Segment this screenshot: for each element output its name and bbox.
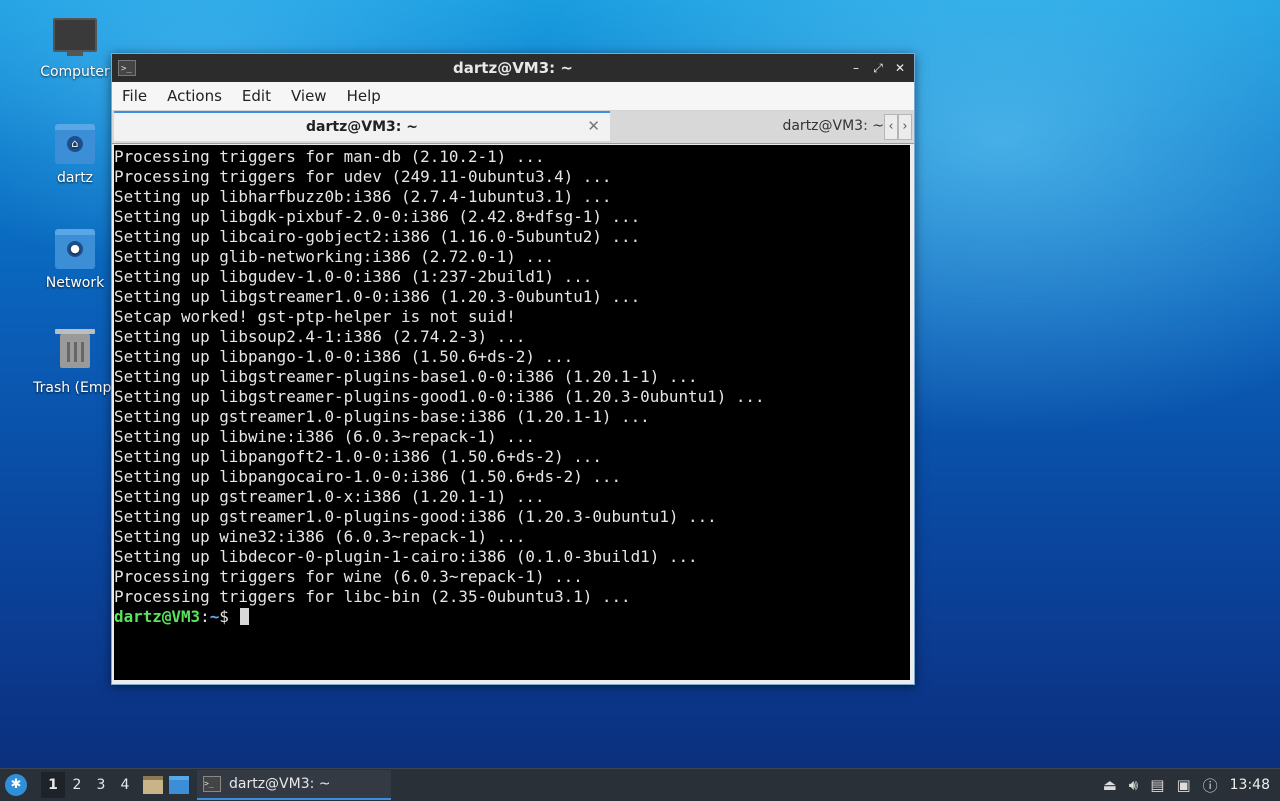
tab-scroll-left-icon[interactable]: ‹ xyxy=(884,114,898,140)
terminal-line: Setting up libpangoft2-1.0-0:i386 (1.50.… xyxy=(114,447,602,466)
trash-icon xyxy=(53,329,97,374)
prompt-path: ~ xyxy=(209,607,220,626)
show-desktop-icon[interactable] xyxy=(169,776,189,794)
prompt-line: dartz@VM3:~$ xyxy=(114,607,910,627)
prompt-separator: : xyxy=(200,607,210,626)
terminal-line: Processing triggers for man-db (2.10.2-1… xyxy=(114,147,545,166)
network-icon[interactable]: ▣ xyxy=(1176,776,1190,794)
update-notifier-icon[interactable]: ⓘ xyxy=(1203,775,1218,796)
terminal-line: Setting up libcairo-gobject2:i386 (1.16.… xyxy=(114,227,641,246)
terminal-line: Processing triggers for udev (249.11-0ub… xyxy=(114,167,612,186)
terminal-app-icon[interactable]: >_ xyxy=(118,60,136,76)
tab-label: dartz@VM3: ~ xyxy=(782,118,884,134)
tab-active[interactable]: dartz@VM3: ~ ✕ xyxy=(114,111,610,141)
terminal-line: Setting up libgstreamer-plugins-base1.0-… xyxy=(114,367,698,386)
terminal-line: Setcap worked! gst-ptp-helper is not sui… xyxy=(114,307,516,326)
terminal-line: Setting up libpango-1.0-0:i386 (1.50.6+d… xyxy=(114,347,574,366)
terminal-line: Setting up libgstreamer1.0-0:i386 (1.20.… xyxy=(114,287,641,306)
terminal-line: Setting up gstreamer1.0-plugins-base:i38… xyxy=(114,407,650,426)
taskbar: ✱ 1 2 3 4 >_ dartz@VM3: ~ ⏏ 🔊︎ ▤ ▣ ⓘ 13:… xyxy=(0,768,1280,801)
workspace-1[interactable]: 1 xyxy=(41,772,65,798)
terminal-output[interactable]: Processing triggers for man-db (2.10.2-1… xyxy=(114,145,910,680)
terminal-line: Setting up libgstreamer-plugins-good1.0-… xyxy=(114,387,765,406)
prompt-user-host: dartz@VM3 xyxy=(114,607,201,626)
file-manager-launcher-icon[interactable] xyxy=(143,776,163,794)
workspace-4[interactable]: 4 xyxy=(113,777,137,793)
prompt-symbol: $ xyxy=(219,607,239,626)
terminal-line: Processing triggers for wine (6.0.3~repa… xyxy=(114,567,583,586)
tab-inactive[interactable]: dartz@VM3: ~ xyxy=(612,113,884,141)
terminal-line: Setting up libgdk-pixbuf-2.0-0:i386 (2.4… xyxy=(114,207,641,226)
tab-bar: dartz@VM3: ~ ✕ dartz@VM3: ~ ‹ › xyxy=(112,111,914,144)
clipboard-icon[interactable]: ▤ xyxy=(1150,776,1164,794)
maximize-button[interactable]: ⤢ xyxy=(870,60,886,76)
text-cursor xyxy=(240,608,250,625)
terminal-line: Setting up libharfbuzz0b:i386 (2.7.4-1ub… xyxy=(114,187,612,206)
menu-file[interactable]: File xyxy=(112,87,157,105)
terminal-line: Setting up gstreamer1.0-plugins-good:i38… xyxy=(114,507,717,526)
menubar: File Actions Edit View Help xyxy=(112,82,914,111)
close-button[interactable]: ✕ xyxy=(892,60,908,76)
menu-edit[interactable]: Edit xyxy=(232,87,281,105)
computer-icon xyxy=(53,18,97,58)
terminal-line: Setting up libdecor-0-plugin-1-cairo:i38… xyxy=(114,547,698,566)
network-folder-icon: ● xyxy=(53,229,97,269)
window-titlebar[interactable]: >_ dartz@VM3: ~ – ⤢ ✕ xyxy=(112,54,914,82)
terminal-line: Setting up libpangocairo-1.0-0:i386 (1.5… xyxy=(114,467,622,486)
terminal-line: Setting up glib-networking:i386 (2.72.0-… xyxy=(114,247,555,266)
terminal-line: Processing triggers for libc-bin (2.35-0… xyxy=(114,587,631,606)
terminal-line: Setting up libwine:i386 (6.0.3~repack-1)… xyxy=(114,427,535,446)
terminal-icon: >_ xyxy=(203,776,221,792)
start-menu-icon[interactable]: ✱ xyxy=(5,774,27,796)
terminal-line: Setting up wine32:i386 (6.0.3~repack-1) … xyxy=(114,527,526,546)
menu-actions[interactable]: Actions xyxy=(157,87,232,105)
task-title: dartz@VM3: ~ xyxy=(229,776,331,792)
eject-icon[interactable]: ⏏ xyxy=(1103,776,1117,794)
taskbar-task-terminal[interactable]: >_ dartz@VM3: ~ xyxy=(197,770,391,800)
tab-scroll-right-icon[interactable]: › xyxy=(898,114,912,140)
volume-icon[interactable]: 🔊︎ xyxy=(1129,776,1138,794)
minimize-button[interactable]: – xyxy=(848,60,864,76)
terminal-window: >_ dartz@VM3: ~ – ⤢ ✕ File Actions Edit … xyxy=(111,53,915,685)
workspace-2[interactable]: 2 xyxy=(65,777,89,793)
menu-view[interactable]: View xyxy=(281,87,337,105)
tab-label: dartz@VM3: ~ xyxy=(306,119,418,135)
system-tray: ⏏ 🔊︎ ▤ ▣ ⓘ 13:48 xyxy=(1103,775,1270,796)
clock[interactable]: 13:48 xyxy=(1230,777,1270,793)
tab-close-icon[interactable]: ✕ xyxy=(587,117,600,135)
window-title: dartz@VM3: ~ xyxy=(453,59,573,77)
workspace-3[interactable]: 3 xyxy=(89,777,113,793)
terminal-line: Setting up libsoup2.4-1:i386 (2.74.2-3) … xyxy=(114,327,526,346)
terminal-line: Setting up libgudev-1.0-0:i386 (1:237-2b… xyxy=(114,267,593,286)
home-folder-icon: ⌂ xyxy=(53,124,97,164)
terminal-line: Setting up gstreamer1.0-x:i386 (1.20.1-1… xyxy=(114,487,545,506)
menu-help[interactable]: Help xyxy=(337,87,391,105)
